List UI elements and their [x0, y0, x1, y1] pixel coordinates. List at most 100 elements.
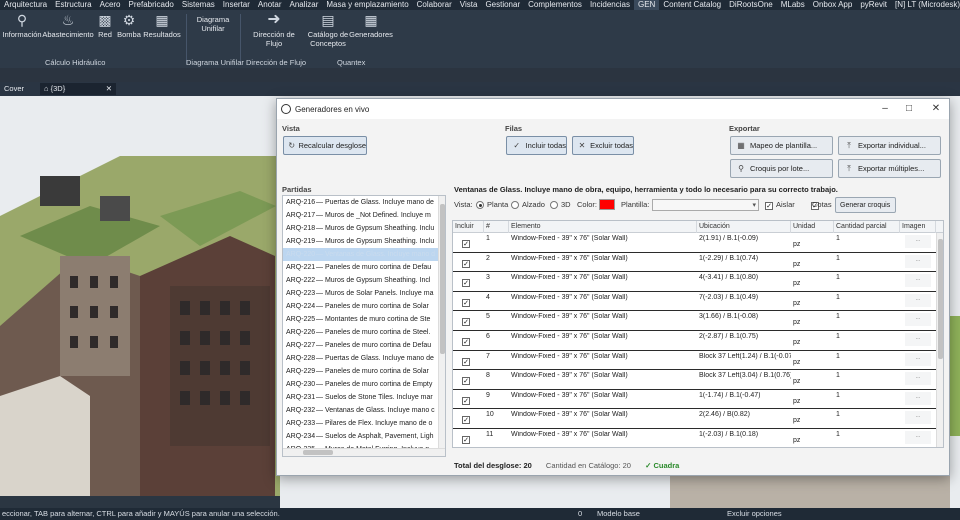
- incluir-checkbox[interactable]: ✓: [462, 357, 470, 366]
- incluir-checkbox[interactable]: ✓: [462, 436, 470, 444]
- image-cell[interactable]: ...: [905, 431, 931, 444]
- menu-tab[interactable]: Analizar: [285, 0, 322, 10]
- image-cell[interactable]: ...: [905, 411, 931, 425]
- partida-item[interactable]: ARQ-221— Paneles de muro cortina de Defa…: [283, 261, 439, 274]
- croquis-lote-button[interactable]: ⚲ Croquis por lote...: [730, 159, 833, 178]
- table-row[interactable]: ✓ 9 Window-Fixed - 39" x 76" (Solar Wall) 1…: [453, 390, 936, 410]
- menu-tab[interactable]: Estructura: [51, 0, 95, 10]
- tab-3d[interactable]: ⌂ {3D} ✕: [40, 83, 116, 95]
- recalcular-desglose-button[interactable]: ↻ Recalcular desglose: [283, 136, 367, 155]
- image-cell[interactable]: ...: [905, 333, 931, 346]
- menu-tab[interactable]: Anotar: [254, 0, 286, 10]
- partida-item[interactable]: ARQ-217— Muros de _Not Defined. Incluye …: [283, 209, 439, 222]
- excluir-opciones-label[interactable]: Excluir opciones: [727, 508, 782, 520]
- column-header[interactable]: Ubicación: [697, 221, 791, 233]
- column-header[interactable]: Cantidad parcial: [834, 221, 900, 233]
- desglose-grid[interactable]: Incluir # Elemento Ubicación Unidad Cantidad …: [452, 220, 944, 448]
- generadores-button[interactable]: ▦ Generadores: [349, 12, 393, 39]
- partida-item[interactable]: ARQ-220— Ventanas de Glass. Incluye mano…: [283, 248, 439, 261]
- aislar-checkbox[interactable]: ✓: [765, 202, 773, 210]
- partida-item[interactable]: ARQ-218— Muros de Gypsum Sheathing. Incl…: [283, 222, 439, 235]
- image-cell[interactable]: ...: [905, 293, 931, 307]
- table-row[interactable]: ✓ 8 Window-Fixed - 39" x 76" (Solar Wall) B…: [453, 370, 936, 390]
- direccion-flujo-button[interactable]: ➜ Dirección de Flujo: [245, 12, 303, 49]
- partida-item[interactable]: ARQ-231— Suelos de Stone Tiles. Incluye …: [283, 391, 439, 404]
- incluir-checkbox[interactable]: ✓: [462, 240, 470, 248]
- informacion-button[interactable]: ⚲ Información: [2, 12, 41, 39]
- plantilla-dropdown[interactable]: ▾: [652, 199, 759, 211]
- column-header[interactable]: Incluir: [453, 221, 484, 233]
- partida-item[interactable]: ARQ-230— Paneles de muro cortina de Empt…: [283, 378, 439, 391]
- table-row[interactable]: ✓ 10 Window-Fixed - 39" x 76" (Solar Wall)…: [453, 409, 936, 429]
- partidas-horizontal-scrollbar[interactable]: [283, 448, 445, 456]
- incluir-checkbox[interactable]: ✓: [462, 259, 470, 268]
- menu-tab[interactable]: Content Catalog: [659, 0, 725, 10]
- incluir-checkbox[interactable]: ✓: [462, 416, 470, 425]
- close-icon[interactable]: ✕: [106, 83, 112, 95]
- abastecimiento-button[interactable]: ♨ Abastecimiento: [42, 12, 93, 39]
- partida-item[interactable]: ARQ-216— Puertas de Glass. Incluye mano …: [283, 196, 439, 209]
- partida-item[interactable]: ARQ-234— Suelos de Asphalt, Pavement, Li…: [283, 430, 439, 443]
- table-row[interactable]: ✓ 4 Window-Fixed - 39" x 76" (Solar Wall) 7…: [453, 292, 936, 312]
- tab-cover[interactable]: Cover: [0, 83, 38, 95]
- partida-item[interactable]: ARQ-229— Paneles de muro cortina de Sola…: [283, 365, 439, 378]
- 3d-radio[interactable]: [550, 201, 558, 209]
- partidas-vertical-scrollbar[interactable]: [438, 196, 445, 456]
- partida-item[interactable]: ARQ-225— Montantes de muro cortina de St…: [283, 313, 439, 326]
- generar-croquis-button[interactable]: Generar croquis: [835, 197, 896, 213]
- incluir-checkbox[interactable]: ✓: [462, 338, 470, 346]
- image-cell[interactable]: ...: [905, 313, 931, 327]
- incluir-checkbox[interactable]: ✓: [462, 377, 470, 386]
- menu-tab[interactable]: Incidencias: [586, 0, 634, 10]
- alzado-radio[interactable]: [511, 201, 519, 209]
- menu-tab[interactable]: Insertar: [219, 0, 254, 10]
- image-cell[interactable]: ...: [905, 372, 931, 386]
- menu-tab[interactable]: Acero: [96, 0, 125, 10]
- menu-tab[interactable]: Colaborar: [413, 0, 456, 10]
- menu-tab[interactable]: Gestionar: [481, 0, 524, 10]
- mapeo-plantilla-button[interactable]: ▦ Mapeo de plantilla...: [730, 136, 833, 155]
- image-cell[interactable]: ...: [905, 391, 931, 405]
- menu-tab[interactable]: Vista: [456, 0, 482, 10]
- image-cell[interactable]: ...: [905, 254, 931, 268]
- incluir-checkbox[interactable]: ✓: [462, 298, 470, 307]
- menu-tab[interactable]: Onbox App: [809, 0, 857, 10]
- grid-vertical-scrollbar[interactable]: [936, 233, 943, 447]
- table-row[interactable]: ✓ 6 Window-Fixed - 39" x 76" (Solar Wall) 2…: [453, 331, 936, 351]
- incluir-todas-button[interactable]: ✓ Incluir todas: [506, 136, 567, 155]
- exportar-individual-button[interactable]: ⤒ Exportar individual...: [838, 136, 941, 155]
- image-cell[interactable]: ...: [905, 235, 931, 248]
- catalogo-conceptos-button[interactable]: ▤ Catálogo de Conceptos: [307, 12, 349, 48]
- color-swatch[interactable]: [599, 199, 615, 210]
- menu-tab[interactable]: GEN: [633, 0, 660, 10]
- table-row[interactable]: ✓ 3 Window-Fixed - 39" x 76" (Solar Wall) 4…: [453, 272, 936, 292]
- excluir-todas-button[interactable]: ✕ Excluir todas: [572, 136, 634, 155]
- image-cell[interactable]: ...: [905, 274, 931, 288]
- column-header[interactable]: Unidad: [791, 221, 834, 233]
- modelo-base-label[interactable]: Modelo base: [597, 508, 640, 520]
- menu-tab[interactable]: DiRootsOne: [725, 0, 777, 10]
- menu-tab[interactable]: pyRevit: [856, 0, 891, 10]
- red-button[interactable]: ▩ Red: [96, 12, 114, 39]
- incluir-checkbox[interactable]: ✓: [462, 279, 470, 288]
- menu-tab[interactable]: MLabs: [777, 0, 809, 10]
- partida-item[interactable]: ARQ-228— Puertas de Glass. Incluye mano …: [283, 352, 439, 365]
- menu-tab[interactable]: Arquitectura: [0, 0, 51, 10]
- planta-radio[interactable]: [476, 201, 484, 209]
- close-icon[interactable]: ✕: [922, 101, 950, 117]
- menu-tab[interactable]: Prefabricado: [125, 0, 178, 10]
- exportar-multiples-button[interactable]: ⤒ Exportar múltiples...: [838, 159, 941, 178]
- menu-tab[interactable]: [N] LT (Microdesk): [891, 0, 960, 10]
- resultados-button[interactable]: ▦ Resultados: [143, 12, 181, 39]
- partida-item[interactable]: ARQ-224— Paneles de muro cortina de Sola…: [283, 300, 439, 313]
- table-row[interactable]: ✓ 2 Window-Fixed - 39" x 76" (Solar Wall) 1…: [453, 253, 936, 273]
- partida-item[interactable]: ARQ-226— Paneles de muro cortina de Stee…: [283, 326, 439, 339]
- incluir-checkbox[interactable]: ✓: [462, 318, 470, 327]
- menu-tab[interactable]: Masa y emplazamiento: [322, 0, 412, 10]
- menu-tab[interactable]: Complementos: [524, 0, 586, 10]
- view-control-bar[interactable]: [0, 496, 280, 508]
- image-cell[interactable]: ...: [905, 352, 931, 366]
- partida-item[interactable]: ARQ-233— Pilares de Flex. Incluye mano d…: [283, 417, 439, 430]
- table-row[interactable]: ✓ 11 Window-Fixed - 39" x 76" (Solar Wall)…: [453, 429, 936, 447]
- diagrama-unifilar-button[interactable]: Diagrama Unifilar: [192, 15, 234, 33]
